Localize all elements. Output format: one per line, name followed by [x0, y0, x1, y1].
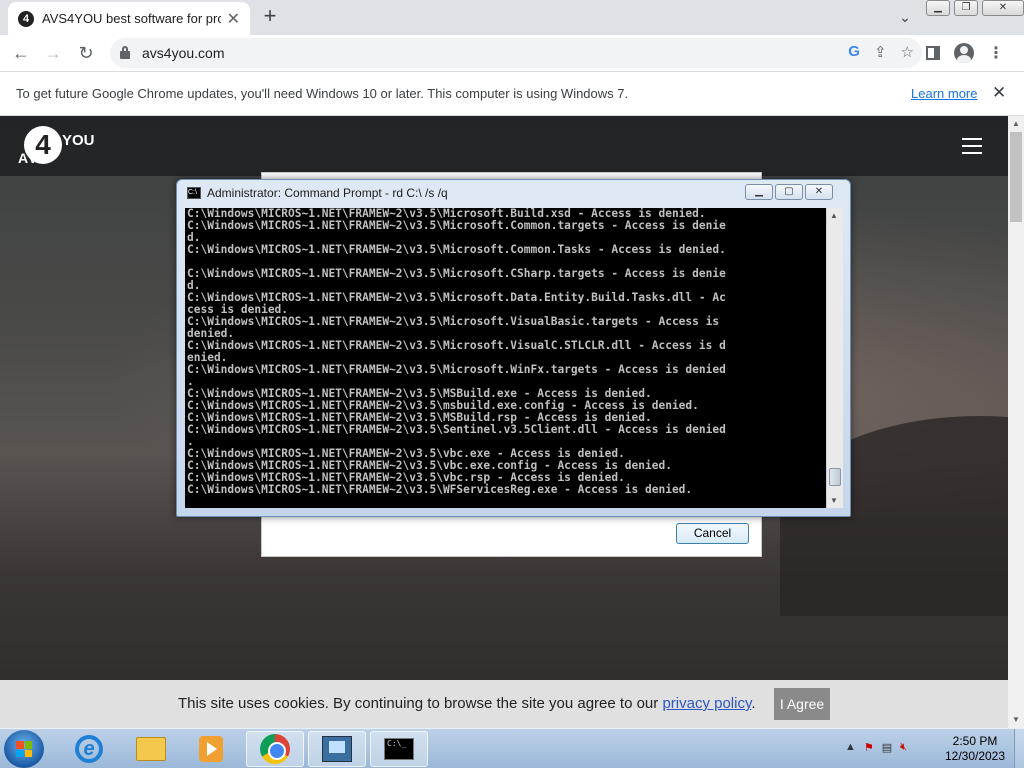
console-line: C:\Windows\MICROS~1.NET\FRAMEW~2\v3.5\Mi… — [187, 363, 726, 376]
taskbar-explorer[interactable] — [122, 731, 180, 767]
taskbar-chrome[interactable] — [246, 731, 304, 767]
console-line: C:\Windows\MICROS~1.NET\FRAMEW~2\v3.5\Mi… — [187, 315, 720, 328]
minimize-button[interactable]: ▁ — [926, 0, 950, 16]
console-line: C:\Windows\MICROS~1.NET\FRAMEW~2\v3.5\Mi… — [187, 219, 726, 232]
console-line: C:\Windows\MICROS~1.NET\FRAMEW~2\v3.5\Mi… — [187, 243, 726, 256]
bookmark-star-icon[interactable]: ☆ — [901, 43, 914, 61]
cmd-minimize-button[interactable]: ▁ — [745, 184, 773, 200]
tab-title: AVS4YOU best software for proce — [42, 11, 221, 26]
google-translate-icon[interactable]: G — [848, 43, 860, 61]
share-icon[interactable]: ⇪ — [874, 43, 887, 61]
new-tab-button[interactable]: + — [258, 4, 282, 28]
show-desktop-button[interactable] — [1014, 729, 1024, 768]
forward-icon[interactable]: → — [40, 40, 66, 66]
menu-kebab-icon[interactable]: ⋮ — [988, 43, 1004, 63]
clock-date: 12/30/2023 — [944, 749, 1006, 763]
update-infobar: To get future Google Chrome updates, you… — [0, 71, 1024, 116]
console-output[interactable]: C:\Windows\MICROS~1.NET\FRAMEW~2\v3.5\Mi… — [185, 208, 826, 508]
taskbar-clock[interactable]: 2:50 PM 12/30/2023 — [940, 734, 1010, 764]
start-button[interactable] — [4, 730, 44, 768]
cookie-banner: This site uses cookies. By continuing to… — [0, 680, 1008, 728]
console-scroll-up-icon[interactable]: ▲ — [830, 211, 838, 220]
scroll-up-icon[interactable]: ▲ — [1008, 116, 1024, 132]
action-center-flag-icon[interactable]: ⚑ — [864, 741, 874, 754]
scroll-down-icon[interactable]: ▼ — [1008, 712, 1024, 728]
side-panel-icon[interactable] — [926, 46, 940, 60]
tab-close-icon[interactable]: ✕ — [227, 9, 240, 29]
taskbar-ie[interactable]: e — [60, 731, 118, 767]
taskbar-cmd[interactable]: C:\_ — [370, 731, 428, 767]
omnibox-actions: G ⇪ ☆ — [848, 43, 914, 61]
file-explorer-icon — [136, 737, 166, 761]
console-scroll-thumb[interactable] — [829, 468, 841, 486]
console-line: C:\Windows\MICROS~1.NET\FRAMEW~2\v3.5\WF… — [187, 483, 693, 496]
system-tray: ▲ ⚑ ▤ 🔇︎ — [845, 741, 907, 754]
address-bar[interactable]: avs4you.com G ⇪ ☆ — [110, 38, 922, 68]
window-controls: ▁ ❐ ✕ — [926, 0, 1024, 16]
cmd-title-text: Administrator: Command Prompt - rd C:\ /… — [207, 186, 448, 200]
i-agree-button[interactable]: I Agree — [774, 688, 830, 720]
logo-avs: AVS — [18, 150, 49, 166]
taskbar-media-player[interactable] — [182, 731, 240, 767]
installer-icon — [322, 736, 352, 762]
internet-explorer-icon: e — [75, 735, 103, 763]
tab-strip: 4 AVS4YOU best software for proce ✕ + ⌄ … — [0, 0, 1024, 35]
cmd-close-button[interactable]: ✕ — [805, 184, 833, 200]
media-player-icon — [199, 736, 223, 762]
cmd-window-controls: ▁ ▢ ✕ — [745, 184, 833, 200]
learn-more-link[interactable]: Learn more — [911, 86, 977, 101]
browser-toolbar: ← → ↻ avs4you.com G ⇪ ☆ ⋮ — [0, 35, 1024, 71]
cancel-button[interactable]: Cancel — [676, 523, 749, 544]
cmd-window-icon: C:\ — [187, 187, 201, 199]
site-header: 4 AVS YOU — [0, 116, 1008, 176]
cookie-text-before: This site uses cookies. By continuing to… — [178, 695, 663, 712]
taskbar-installer[interactable] — [308, 731, 366, 767]
infobar-close-icon[interactable]: ✕ — [992, 83, 1006, 103]
network-icon[interactable]: ▤ — [882, 741, 892, 754]
cmd-maximize-button[interactable]: ▢ — [775, 184, 803, 200]
command-prompt-window[interactable]: C:\ Administrator: Command Prompt - rd C… — [176, 179, 851, 517]
toolbar-right: ⋮ — [926, 43, 1004, 63]
browser-tab[interactable]: 4 AVS4YOU best software for proce ✕ — [8, 2, 250, 35]
privacy-policy-link[interactable]: privacy policy — [662, 695, 751, 712]
console-scroll-down-icon[interactable]: ▼ — [830, 496, 838, 505]
avs4you-logo[interactable]: 4 AVS YOU — [18, 126, 98, 170]
back-icon[interactable]: ← — [8, 40, 34, 66]
console-scrollbar[interactable]: ▲ ▼ — [826, 208, 843, 508]
console-line: C:\Windows\MICROS~1.NET\FRAMEW~2\v3.5\Se… — [187, 423, 726, 436]
windows-taskbar: e C:\_ ▲ ⚑ ▤ 🔇︎ 2:50 PM 12/30/2023 — [0, 728, 1024, 768]
console-text: C:\Windows\MICROS~1.NET\FRAMEW~2\v3.5\Mi… — [187, 208, 824, 496]
tray-expand-icon[interactable]: ▲ — [845, 741, 856, 754]
profile-avatar-icon[interactable] — [954, 43, 974, 63]
cmd-titlebar: C:\ Administrator: Command Prompt - rd C… — [187, 186, 448, 200]
page-scrollbar[interactable]: ▲ ▼ — [1008, 116, 1024, 728]
tab-search-icon[interactable]: ⌄ — [894, 6, 916, 28]
url-text[interactable]: avs4you.com — [142, 45, 224, 61]
chrome-icon — [260, 734, 290, 764]
cookie-message: This site uses cookies. By continuing to… — [178, 695, 756, 712]
hamburger-menu-icon[interactable] — [962, 138, 982, 154]
cookie-text-after: . — [751, 695, 756, 712]
console-line: C:\Windows\MICROS~1.NET\FRAMEW~2\v3.5\Mi… — [187, 267, 726, 280]
clock-time: 2:50 PM — [952, 734, 998, 748]
logo-you: YOU — [62, 132, 95, 149]
scroll-thumb[interactable] — [1010, 132, 1022, 222]
command-prompt-icon: C:\_ — [384, 738, 414, 760]
close-window-button[interactable]: ✕ — [982, 0, 1024, 16]
avs4you-favicon-icon: 4 — [18, 10, 34, 27]
lock-icon[interactable] — [120, 46, 130, 59]
console-line: C:\Windows\MICROS~1.NET\FRAMEW~2\v3.5\Mi… — [187, 339, 726, 352]
infobar-message: To get future Google Chrome updates, you… — [16, 86, 629, 101]
windows-flag-icon — [16, 741, 32, 757]
restore-button[interactable]: ❐ — [954, 0, 978, 16]
reload-icon[interactable]: ↻ — [73, 40, 99, 66]
volume-muted-icon[interactable]: 🔇︎ — [900, 741, 907, 754]
